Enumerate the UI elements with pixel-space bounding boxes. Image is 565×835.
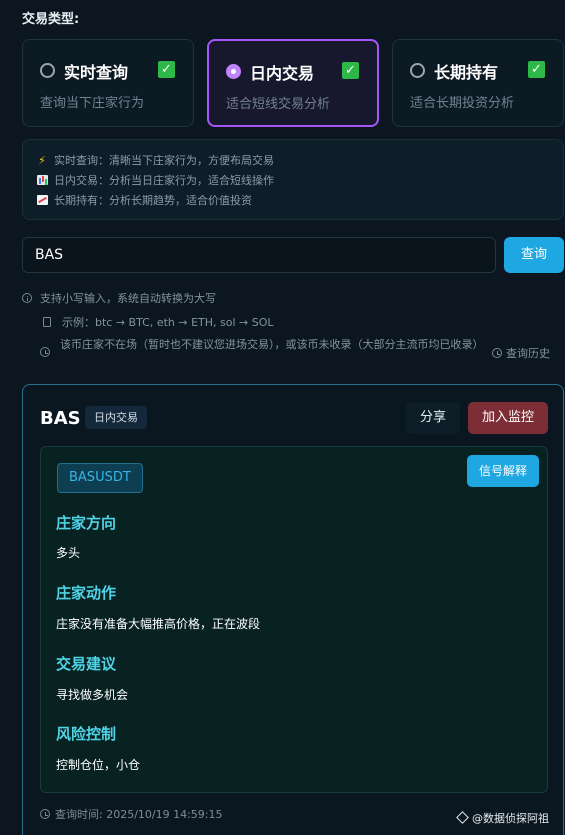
- query-time-text: 查询时间: 2025/10/19 14:59:15: [55, 808, 223, 821]
- section-heading-risk: 风险控制: [56, 725, 117, 743]
- bar-chart-icon: [35, 171, 49, 191]
- clock-icon: [40, 347, 50, 357]
- query-time: 查询时间: 2025/10/19 14:59:15: [40, 806, 223, 822]
- history-label: 查询历史: [506, 347, 550, 360]
- trade-type-selector: 实时查询 ✓ 查询当下庄家行为 日内交易 ✓ 适合短线交易分析 长期持有 ✓ 适…: [22, 39, 564, 127]
- info-icon: [22, 293, 32, 303]
- query-button[interactable]: 查询: [504, 237, 564, 273]
- trade-type-realtime[interactable]: 实时查询 ✓ 查询当下庄家行为: [22, 39, 194, 127]
- coin-search-input[interactable]: BAS: [22, 237, 496, 273]
- result-card: BAS 日内交易 分享 加入监控 BASUSDT 信号解释 庄家方向 多头 庄家…: [22, 384, 564, 835]
- trade-type-title: 长期持有: [434, 63, 499, 82]
- coin-name: BAS: [40, 408, 81, 429]
- section-value-direction: 多头: [56, 546, 81, 560]
- clock-icon: [492, 348, 502, 358]
- trade-type-title: 实时查询: [64, 63, 129, 82]
- mode-badge: 日内交易: [85, 406, 147, 429]
- radio-icon[interactable]: [40, 63, 55, 78]
- checkbox-checked-icon[interactable]: ✓: [158, 61, 175, 78]
- info-text: 实时查询：清晰当下庄家行为，方便布局交易: [54, 154, 274, 167]
- trade-type-longterm[interactable]: 长期持有 ✓ 适合长期投资分析: [392, 39, 564, 127]
- info-text: 日内交易：分析当日庄家行为，适合短线操作: [54, 174, 274, 187]
- trade-type-desc: 适合短线交易分析: [226, 97, 331, 112]
- lightning-icon: ⚡: [38, 154, 46, 167]
- section-value-risk: 控制仓位，小仓: [56, 758, 141, 772]
- info-line-intraday: 日内交易：分析当日庄家行为，适合短线操作: [35, 171, 551, 191]
- section-heading-action: 庄家动作: [56, 584, 117, 602]
- section-value-advice: 寻找做多机会: [56, 688, 129, 702]
- document-icon: [43, 317, 51, 327]
- signal-explain-button[interactable]: 信号解释: [467, 455, 539, 487]
- checkbox-checked-icon[interactable]: ✓: [528, 61, 545, 78]
- watermark-text: @数据侦探阿祖: [472, 812, 549, 825]
- clock-icon: [40, 809, 50, 819]
- signal-panel: BASUSDT 信号解释 庄家方向 多头 庄家动作 庄家没有准备大幅推高价格，正…: [40, 446, 548, 793]
- section-value-action: 庄家没有准备大幅推高价格，正在波段: [56, 617, 261, 631]
- pair-badge: BASUSDT: [57, 463, 143, 493]
- trade-type-label: 交易类型:: [22, 12, 80, 27]
- section-heading-direction: 庄家方向: [56, 514, 117, 532]
- watermark: @数据侦探阿祖: [456, 810, 549, 826]
- info-line-realtime: ⚡ 实时查询：清晰当下庄家行为，方便布局交易: [35, 151, 551, 171]
- logo-icon: [456, 811, 469, 824]
- query-history-link[interactable]: 查询历史: [492, 345, 550, 361]
- trade-type-title: 日内交易: [250, 64, 315, 83]
- trade-type-intraday[interactable]: 日内交易 ✓ 适合短线交易分析: [207, 39, 379, 127]
- trade-type-desc: 查询当下庄家行为: [40, 96, 145, 111]
- hint-example: 示例：btc → BTC, eth → ETH, sol → SOL: [43, 314, 274, 330]
- hint-text: 该币庄家不在场（暂时也不建议您进场交易），或该币未收录（大部分主流币均已收录）: [60, 338, 484, 351]
- hint-text: 示例：btc → BTC, eth → ETH, sol → SOL: [62, 316, 274, 329]
- radio-icon[interactable]: [410, 63, 425, 78]
- share-button[interactable]: 分享: [406, 402, 460, 434]
- add-monitor-button[interactable]: 加入监控: [468, 402, 548, 434]
- hint-lowercase: 支持小写输入，系统自动转换为大写: [22, 290, 216, 306]
- section-heading-advice: 交易建议: [56, 655, 117, 673]
- trend-chart-icon: [35, 191, 49, 211]
- checkbox-checked-icon[interactable]: ✓: [342, 62, 359, 79]
- info-text: 长期持有：分析长期趋势，适合价值投资: [54, 194, 252, 207]
- trade-type-desc: 适合长期投资分析: [410, 96, 515, 111]
- radio-selected-icon[interactable]: [226, 64, 241, 79]
- info-line-longterm: 长期持有：分析长期趋势，适合价值投资: [35, 191, 551, 211]
- hint-text: 支持小写输入，系统自动转换为大写: [40, 292, 216, 305]
- trade-type-info-box: ⚡ 实时查询：清晰当下庄家行为，方便布局交易 日内交易：分析当日庄家行为，适合短线…: [22, 139, 564, 220]
